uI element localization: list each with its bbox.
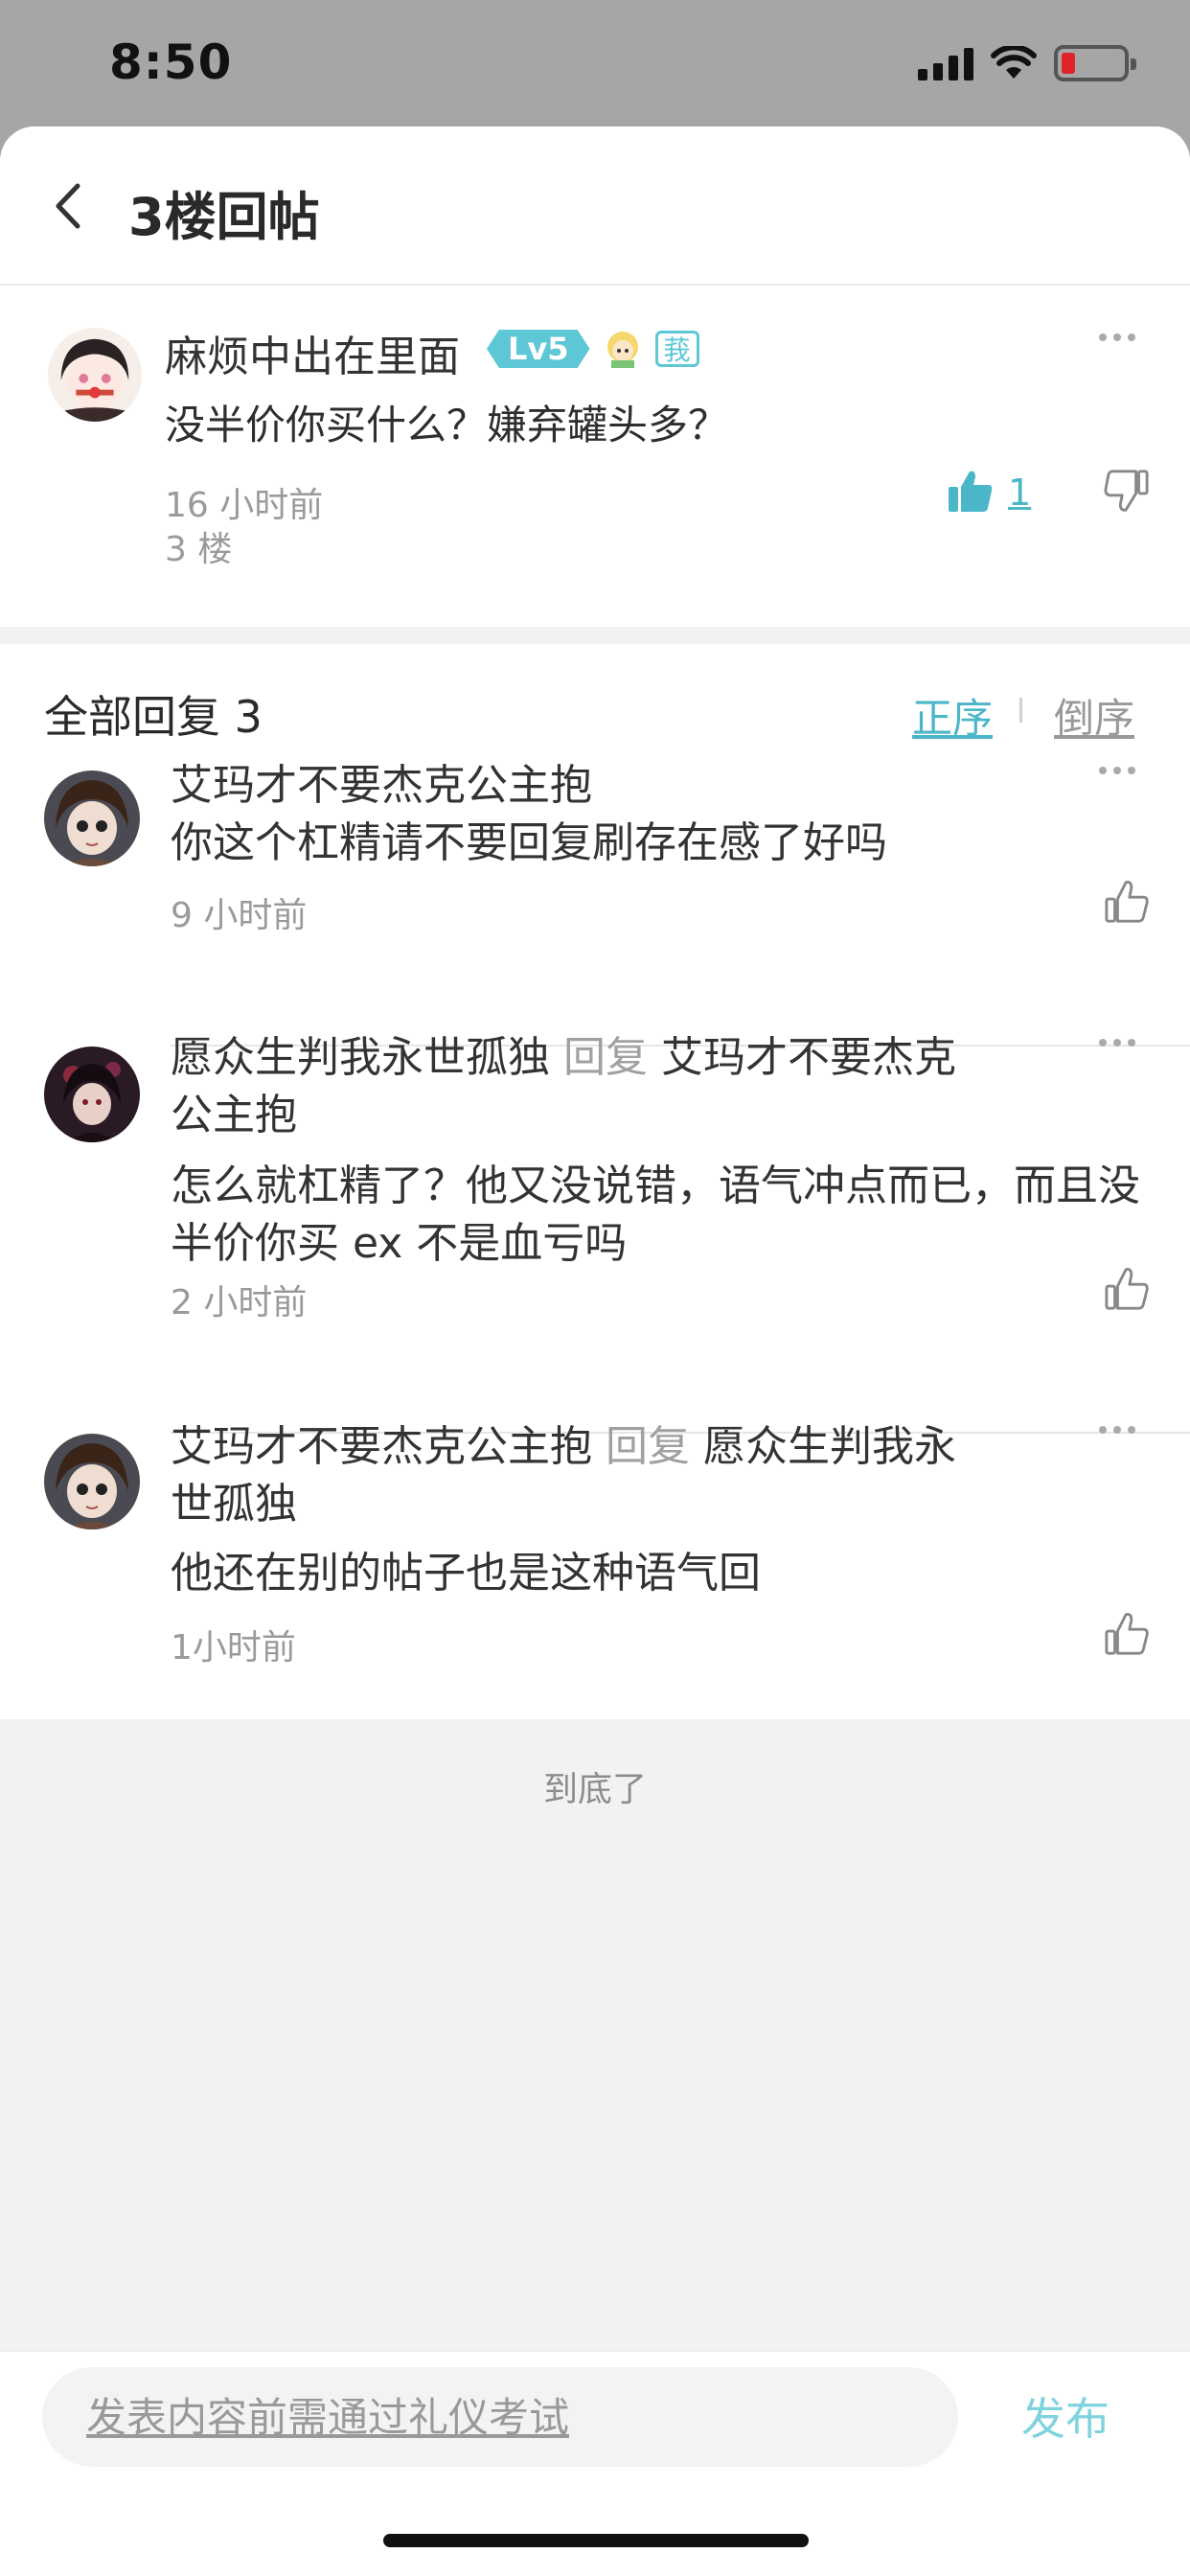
reply-label: 回复 <box>606 1422 690 1471</box>
post-content: 没半价你买什么？嫌弃罐头多？ <box>165 402 729 448</box>
reply-avatar[interactable] <box>44 1046 140 1142</box>
sort-descending-tab[interactable]: 倒序 <box>1054 686 1134 745</box>
thumbs-up-icon <box>1105 1268 1149 1310</box>
post-time: 16 小时前 <box>165 486 324 525</box>
reply-label: 回复 <box>563 1033 648 1082</box>
post-more-button[interactable] <box>1088 318 1146 356</box>
end-of-list-label: 到底了 <box>542 1770 647 1809</box>
comment-input[interactable] <box>42 2367 958 2467</box>
battery-icon <box>1054 45 1136 81</box>
reply-like-button[interactable] <box>1104 1265 1150 1313</box>
reply-time: 2 小时前 <box>171 1283 308 1322</box>
reply-header: 愿众生判我永世孤独 回复 艾玛才不要杰克公主抱 <box>171 1029 995 1144</box>
reply-like-button[interactable] <box>1104 1610 1150 1658</box>
publish-button[interactable]: 发布 <box>1021 2384 1110 2448</box>
reply-username[interactable]: 愿众生判我永世孤独 <box>171 1033 550 1082</box>
replies-section: 全部回复 3 正序 倒序 艾玛才不要杰克公主抱 你这个杠精请不要回复刷存在感了好… <box>0 644 1190 1719</box>
reply-header: 艾玛才不要杰克公主抱 <box>171 757 995 815</box>
more-icon <box>1099 334 1107 341</box>
back-icon <box>56 183 80 229</box>
avatar-image <box>44 770 140 866</box>
more-icon <box>1099 767 1107 774</box>
avatar-image <box>48 328 142 422</box>
thumbs-up-icon <box>949 471 993 512</box>
identity-tag-badge: 莪 <box>654 331 699 367</box>
status-icons <box>918 42 1136 84</box>
status-time: 8:50 <box>109 34 233 90</box>
like-count[interactable]: 1 <box>1008 472 1031 514</box>
avatar-image <box>44 1046 140 1142</box>
character-badge-icon <box>606 332 638 368</box>
post-username[interactable]: 麻烦中出在里面 <box>165 322 460 383</box>
avatar-image <box>44 1434 140 1530</box>
home-indicator[interactable] <box>383 2534 809 2547</box>
status-bar: 8:50 <box>0 0 1190 126</box>
reply-like-button[interactable] <box>1104 878 1150 926</box>
header: 3楼回帖 <box>0 126 1190 286</box>
sort-divider <box>1019 698 1022 723</box>
reply-content: 你这个杠精请不要回复刷存在感了好吗 <box>171 818 887 867</box>
avatar[interactable] <box>48 328 142 422</box>
replies-title: 全部回复 3 <box>44 691 263 743</box>
level-badge: Lv5 <box>487 330 590 368</box>
signal-icon <box>918 46 973 80</box>
thumbs-up-icon <box>1105 1613 1149 1655</box>
more-icon <box>1099 1426 1107 1434</box>
reply-header: 艾玛才不要杰克公主抱 回复 愿众生判我永世孤独 <box>171 1418 995 1533</box>
reply-sheet: 3楼回帖 麻烦中出在里面 Lv5 莪 3 楼 没半价你买什么？嫌弃罐头多？ 16… <box>0 126 1190 2576</box>
reply-avatar[interactable] <box>44 770 140 866</box>
like-button[interactable] <box>947 468 995 516</box>
floor-label: 3 楼 <box>165 530 233 569</box>
reply-content: 他还在别的帖子也是这种语气回 <box>171 1549 761 1598</box>
reply-avatar[interactable] <box>44 1434 140 1530</box>
reply-more-button[interactable] <box>1088 1024 1146 1062</box>
reply-username[interactable]: 艾玛才不要杰克公主抱 <box>171 1422 592 1471</box>
more-icon <box>1099 1039 1107 1046</box>
main-post: 麻烦中出在里面 Lv5 莪 3 楼 没半价你买什么？嫌弃罐头多？ 16 小时前 … <box>0 286 1190 627</box>
user-badges: Lv5 莪 <box>487 328 699 370</box>
wifi-icon <box>991 46 1037 79</box>
reply-username[interactable]: 艾玛才不要杰克公主抱 <box>171 761 592 810</box>
reply-time: 1小时前 <box>171 1628 296 1668</box>
reply-more-button[interactable] <box>1088 751 1146 790</box>
dislike-button[interactable] <box>1104 468 1150 514</box>
thumbs-down-icon <box>1104 470 1149 512</box>
thumbs-up-icon <box>1105 881 1149 923</box>
back-button[interactable] <box>38 172 96 240</box>
reply-more-button[interactable] <box>1088 1411 1146 1449</box>
page-title: 3楼回帖 <box>128 187 320 247</box>
sort-ascending-tab[interactable]: 正序 <box>912 686 993 745</box>
reply-content: 怎么就杠精了？他又没说错，语气冲点而已，而且没半价你买 ex 不是血亏吗 <box>171 1162 1140 1268</box>
reply-time: 9 小时前 <box>171 896 308 935</box>
